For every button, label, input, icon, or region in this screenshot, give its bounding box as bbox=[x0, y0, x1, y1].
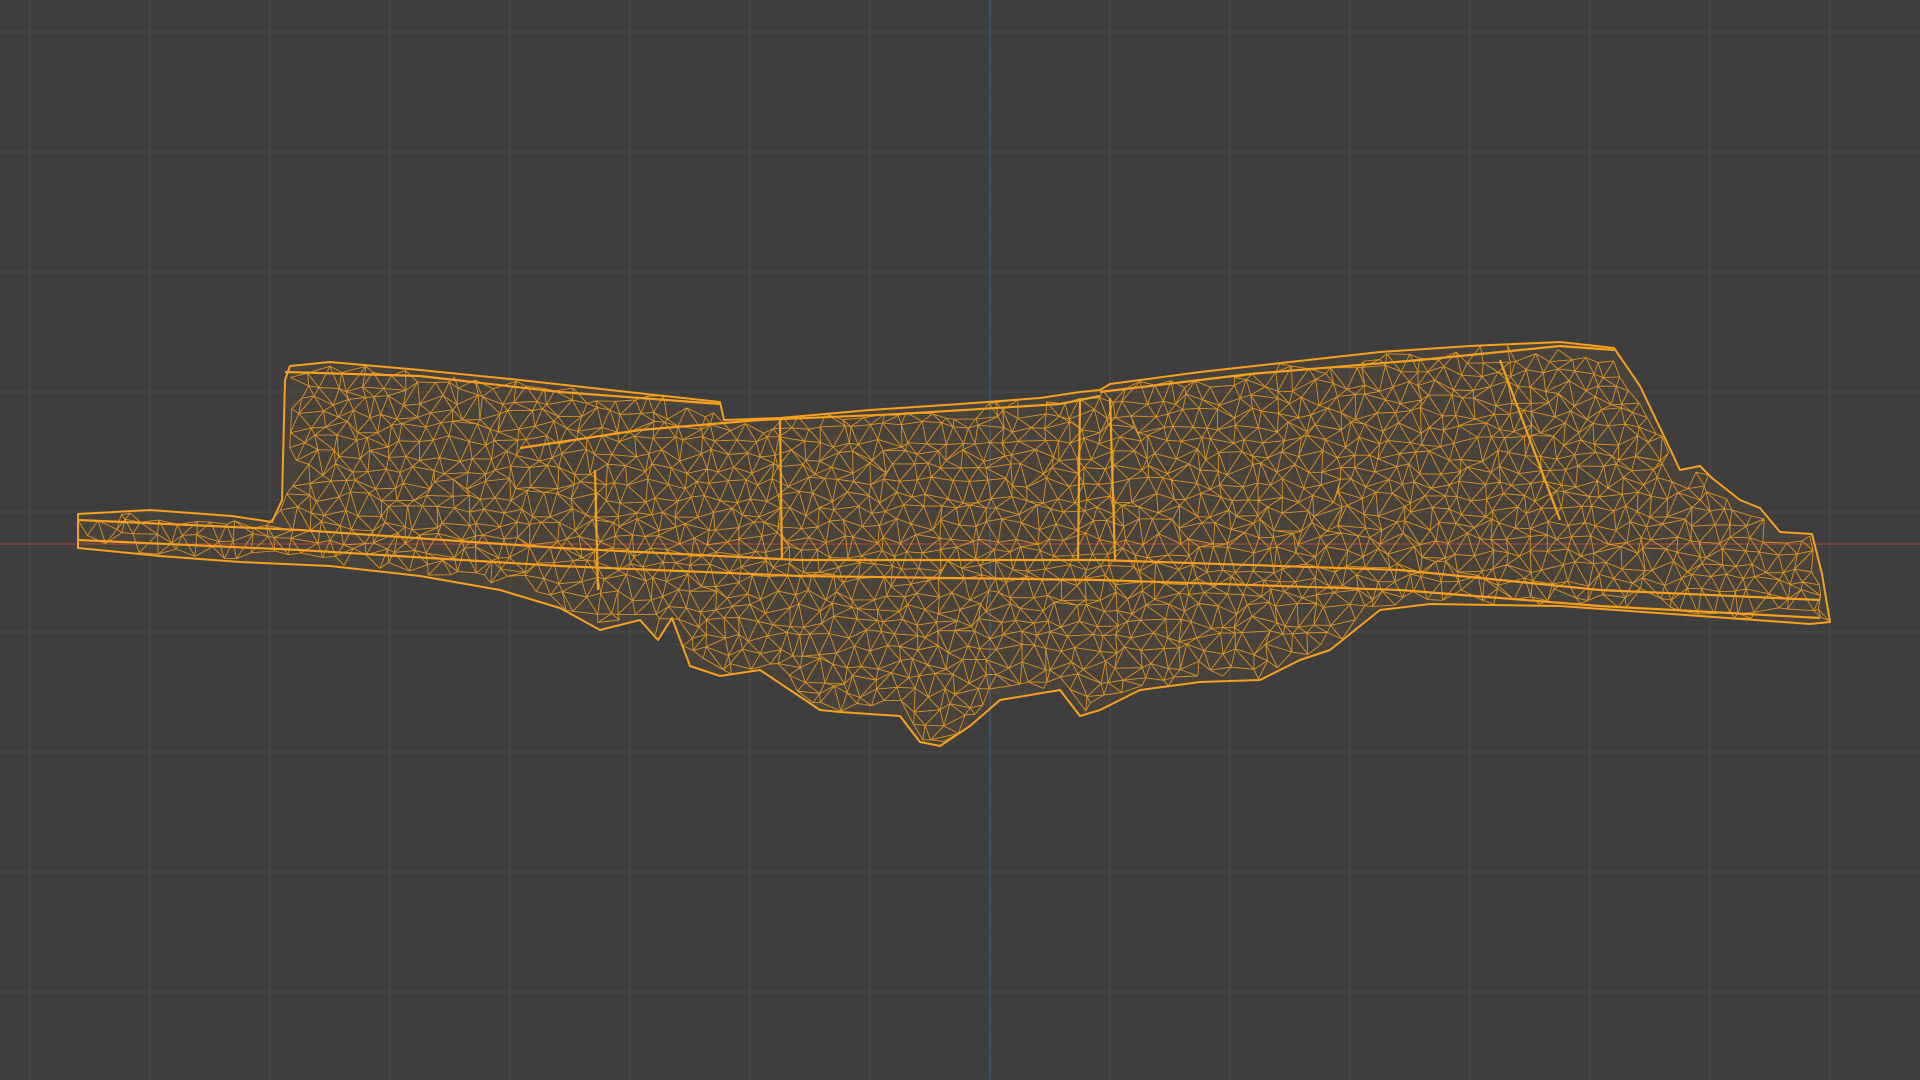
3d-viewport[interactable] bbox=[0, 0, 1920, 1080]
wireframe-mesh-object[interactable] bbox=[0, 0, 1920, 1080]
